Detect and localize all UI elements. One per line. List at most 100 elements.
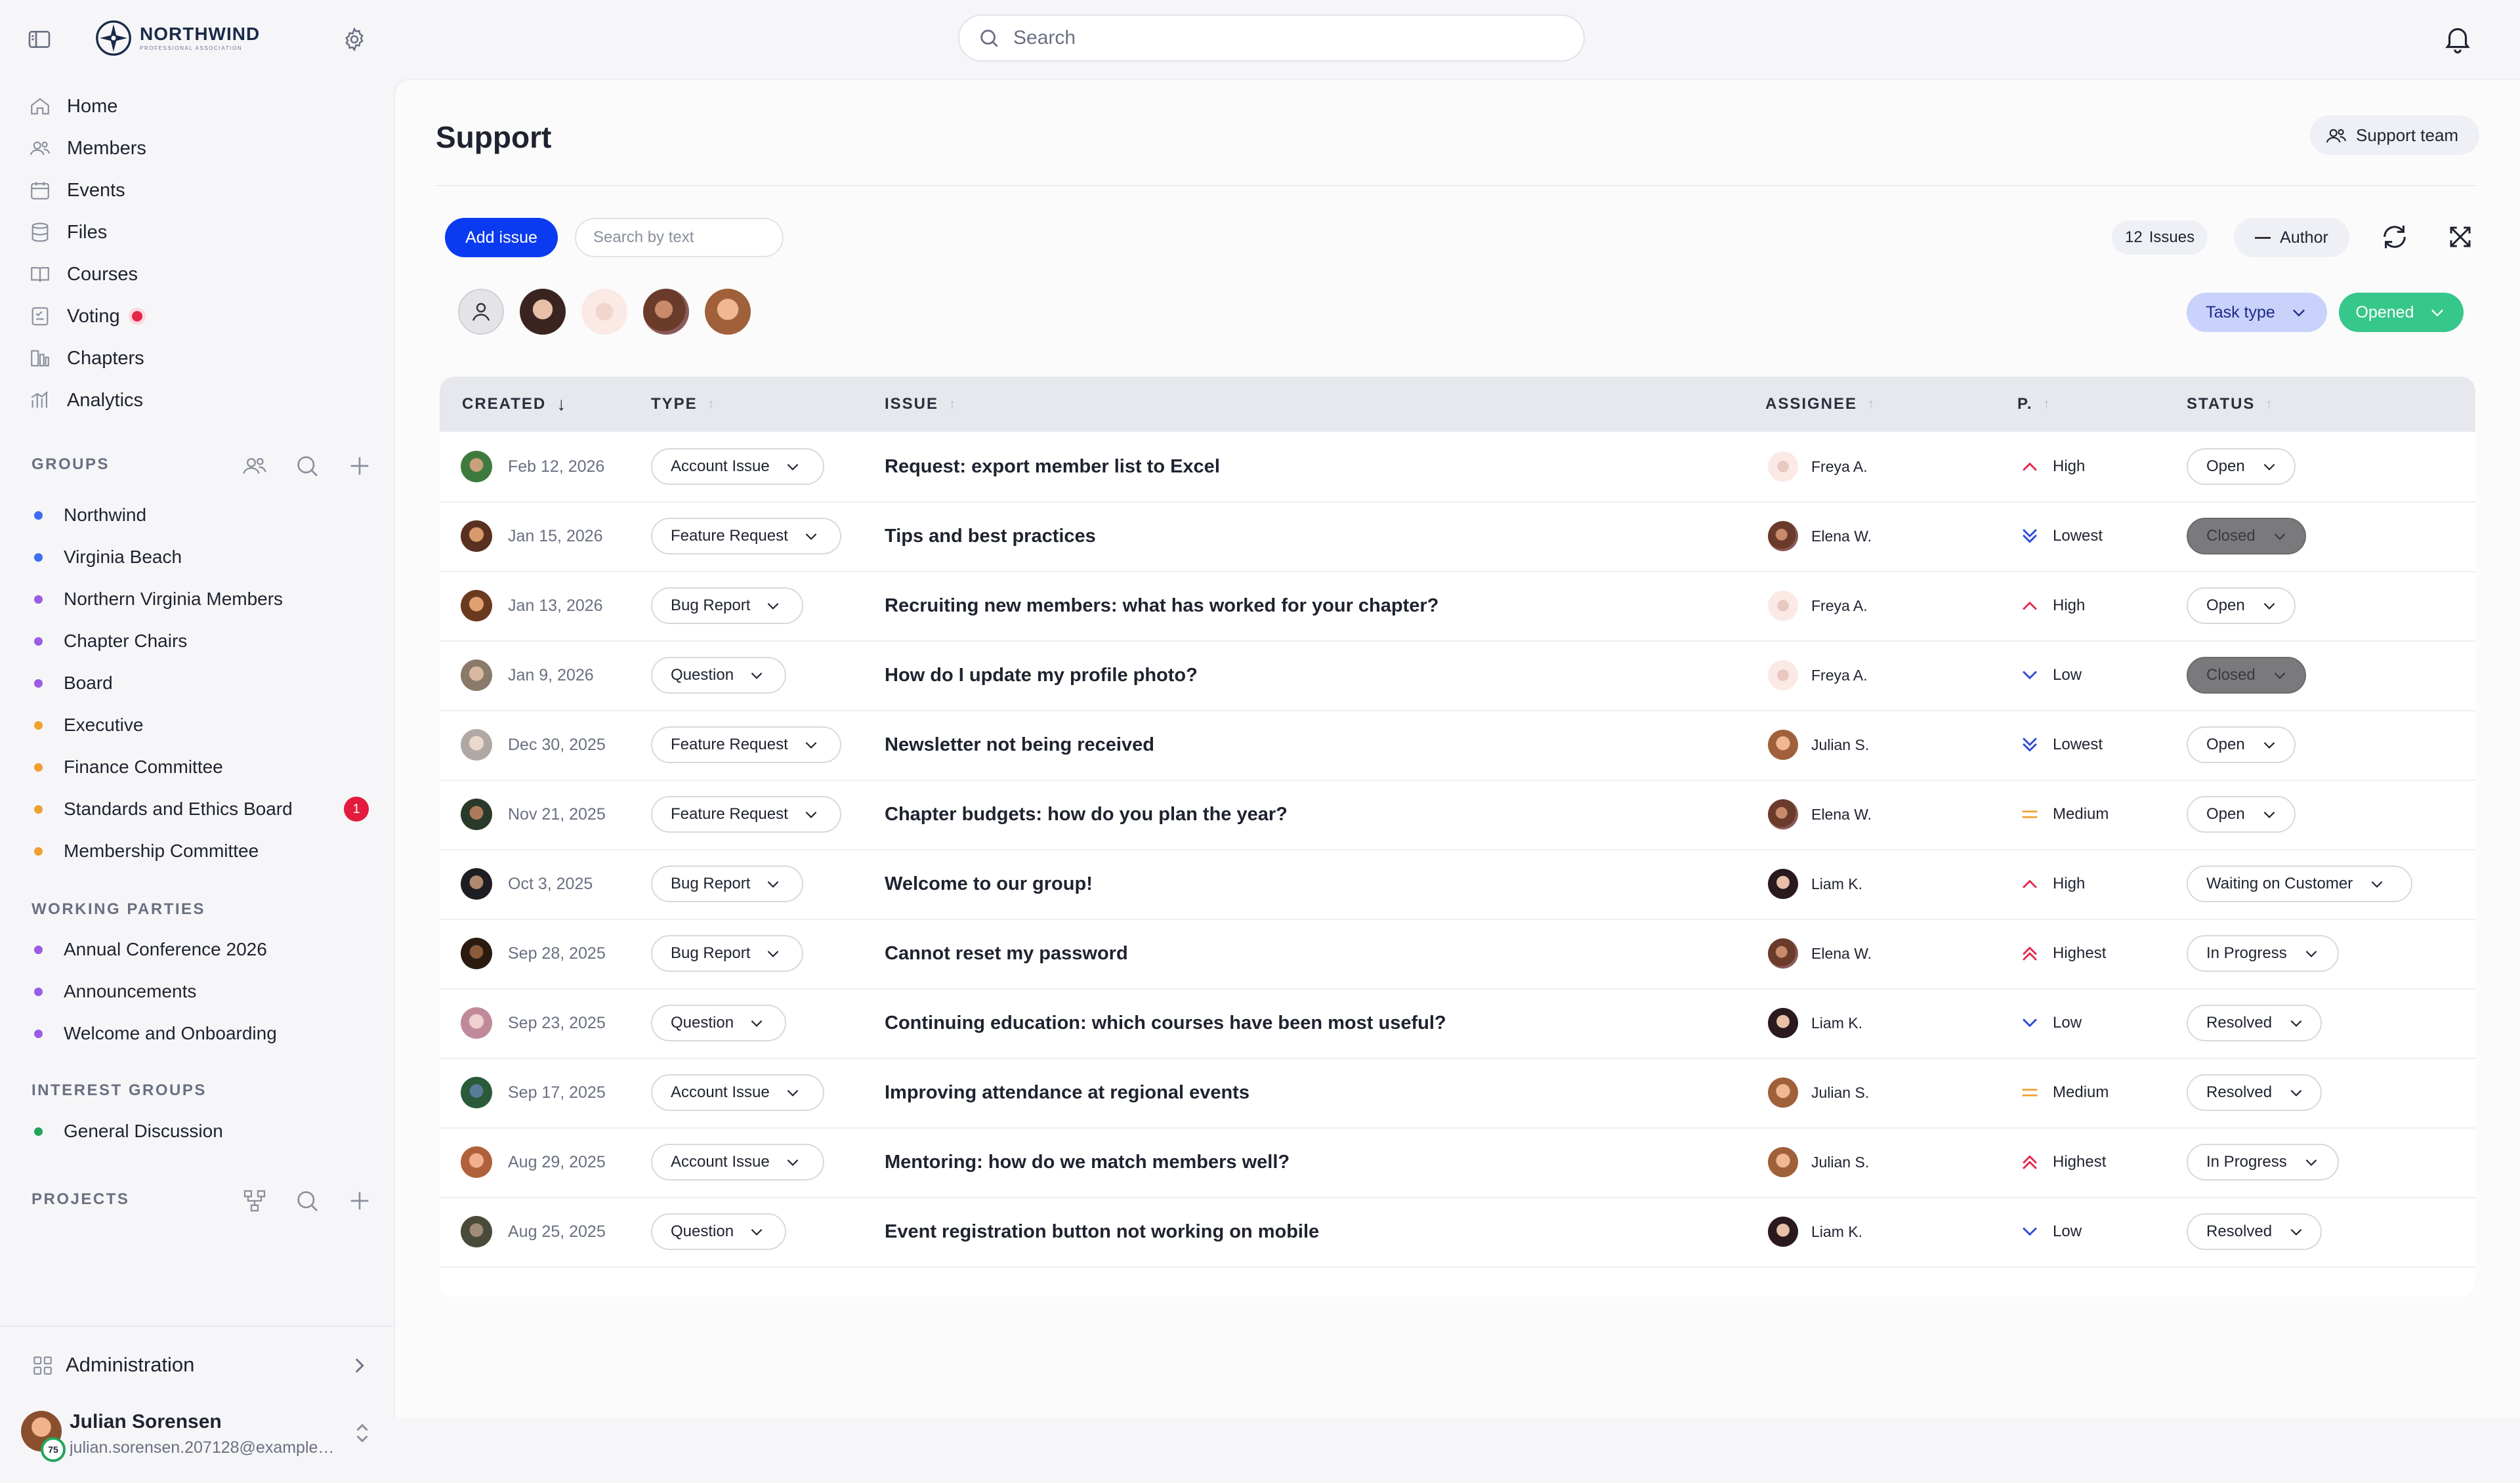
status-dropdown[interactable]: Open <box>2187 796 2296 833</box>
avatar[interactable] <box>643 289 689 335</box>
nav-files[interactable]: Files <box>29 214 107 251</box>
table-row[interactable]: Jan 15, 2026 Feature Request Tips and best… <box>440 501 2475 572</box>
table-row[interactable]: Aug 29, 2025 Account Issue Mentoring: how … <box>440 1127 2475 1198</box>
avatar[interactable] <box>461 1077 492 1108</box>
issue-title-link[interactable]: Request: export member list to Excel <box>885 456 1220 478</box>
status-dropdown[interactable]: Closed <box>2187 657 2306 694</box>
table-row[interactable]: Jan 9, 2026 Question How do I update my pr… <box>440 640 2475 711</box>
working-party-item[interactable]: Annual Conference 2026 <box>34 934 267 965</box>
type-dropdown[interactable]: Bug Report <box>651 587 803 624</box>
table-row[interactable]: Sep 17, 2025 Account Issue Improving atten… <box>440 1058 2475 1129</box>
table-row[interactable]: Oct 3, 2025 Bug Report Welcome to our grou… <box>440 849 2475 920</box>
nav-home[interactable]: Home <box>29 88 117 125</box>
type-dropdown[interactable]: Feature Request <box>651 518 841 554</box>
global-search-input[interactable] <box>1012 26 1540 50</box>
notification-bell-icon[interactable] <box>2441 22 2474 55</box>
global-search-bar[interactable] <box>958 14 1585 62</box>
priority-cell[interactable]: Highest <box>2019 919 2106 988</box>
priority-cell[interactable]: High <box>2019 571 2085 640</box>
assignee-cell[interactable]: Freya A. <box>1768 432 1868 501</box>
table-row[interactable]: Nov 21, 2025 Feature Request Chapter budge… <box>440 780 2475 850</box>
group-members-icon[interactable] <box>242 453 268 479</box>
status-dropdown[interactable]: Closed <box>2187 518 2306 554</box>
administration-link[interactable]: Administration <box>0 1326 392 1392</box>
issue-title-link[interactable]: Newsletter not being received <box>885 734 1154 756</box>
type-dropdown[interactable]: Question <box>651 1005 786 1041</box>
priority-cell[interactable]: High <box>2019 432 2085 501</box>
interest-group-item[interactable]: General Discussion <box>34 1116 223 1147</box>
table-row[interactable]: Sep 23, 2025 Question Continuing education… <box>440 988 2475 1059</box>
type-dropdown[interactable]: Account Issue <box>651 448 824 485</box>
avatar[interactable] <box>461 868 492 900</box>
working-party-item[interactable]: Welcome and Onboarding <box>34 1018 277 1049</box>
project-add-icon[interactable] <box>346 1188 373 1214</box>
assignee-cell[interactable]: Julian S. <box>1768 710 1869 780</box>
status-dropdown[interactable]: Resolved <box>2187 1213 2322 1250</box>
status-dropdown[interactable]: In Progress <box>2187 1144 2339 1180</box>
status-dropdown[interactable]: Open <box>2187 587 2296 624</box>
type-dropdown[interactable]: Question <box>651 1213 786 1250</box>
avatar[interactable] <box>461 659 492 691</box>
type-dropdown[interactable]: Feature Request <box>651 796 841 833</box>
type-dropdown[interactable]: Account Issue <box>651 1144 824 1180</box>
author-filter-button[interactable]: Author <box>2234 218 2349 257</box>
avatar[interactable] <box>461 729 492 761</box>
working-party-item[interactable]: Announcements <box>34 976 196 1007</box>
project-hierarchy-icon[interactable] <box>242 1188 268 1214</box>
group-item[interactable]: Finance Committee <box>34 751 223 783</box>
priority-cell[interactable]: High <box>2019 849 2085 919</box>
group-item[interactable]: Board <box>34 667 113 699</box>
assignee-cell[interactable]: Julian S. <box>1768 1058 1869 1127</box>
column-header-priority[interactable]: P. ↑ <box>2017 377 2051 432</box>
type-dropdown[interactable]: Bug Report <box>651 866 803 902</box>
assignee-cell[interactable]: Liam K. <box>1768 988 1862 1058</box>
status-dropdown[interactable]: In Progress <box>2187 935 2339 972</box>
assignee-cell[interactable]: Freya A. <box>1768 640 1868 710</box>
issue-search-input[interactable] <box>575 218 784 257</box>
add-issue-button[interactable]: Add issue <box>445 218 558 257</box>
status-dropdown[interactable]: Waiting on Customer <box>2187 866 2412 902</box>
issue-title-link[interactable]: Improving attendance at regional events <box>885 1082 1250 1104</box>
issue-title-link[interactable]: How do I update my profile photo? <box>885 665 1198 686</box>
column-header-issue[interactable]: ISSUE ↑ <box>885 377 957 432</box>
issue-title-link[interactable]: Event registration button not working on… <box>885 1221 1319 1243</box>
avatar[interactable] <box>461 1216 492 1247</box>
avatar[interactable] <box>461 520 492 552</box>
group-item[interactable]: Membership Committee <box>34 835 259 867</box>
avatar[interactable] <box>581 289 627 335</box>
priority-cell[interactable]: Lowest <box>2019 501 2103 571</box>
assignee-cell[interactable]: Freya A. <box>1768 571 1868 640</box>
status-dropdown[interactable]: Open <box>2187 726 2296 763</box>
avatar[interactable] <box>705 289 751 335</box>
table-row[interactable]: Sep 28, 2025 Bug Report Cannot reset my pa… <box>440 919 2475 990</box>
issue-title-link[interactable]: Welcome to our group! <box>885 873 1093 895</box>
group-add-icon[interactable] <box>346 453 373 479</box>
assignee-cell[interactable]: Elena W. <box>1768 501 1872 571</box>
group-item[interactable]: Northwind <box>34 499 146 531</box>
refresh-icon[interactable] <box>2380 222 2410 252</box>
group-item[interactable]: Northern Virginia Members <box>34 583 283 615</box>
nav-analytics[interactable]: Analytics <box>29 382 143 419</box>
priority-cell[interactable]: Highest <box>2019 1127 2106 1197</box>
issue-title-link[interactable]: Mentoring: how do we match members well? <box>885 1152 1290 1173</box>
group-item[interactable]: Virginia Beach <box>34 541 182 573</box>
assignee-cell[interactable]: Elena W. <box>1768 780 1872 849</box>
sidebar-toggle-icon[interactable] <box>26 26 52 52</box>
column-header-status[interactable]: STATUS ↑ <box>2187 377 2273 432</box>
assignee-cell[interactable]: Elena W. <box>1768 919 1872 988</box>
issue-title-link[interactable]: Cannot reset my password <box>885 943 1128 965</box>
status-dropdown[interactable]: Open <box>2187 448 2296 485</box>
priority-cell[interactable]: Low <box>2019 988 2082 1058</box>
priority-cell[interactable]: Low <box>2019 640 2082 710</box>
avatar[interactable] <box>461 1007 492 1039</box>
settings-gear-icon[interactable] <box>341 26 368 52</box>
avatar[interactable] <box>461 590 492 621</box>
priority-cell[interactable]: Low <box>2019 1197 2082 1266</box>
assignee-cell[interactable]: Liam K. <box>1768 1197 1862 1266</box>
type-dropdown[interactable]: Feature Request <box>651 726 841 763</box>
column-header-created[interactable]: CREATED ↓ <box>462 377 567 432</box>
table-row[interactable]: Aug 25, 2025 Question Event registration b… <box>440 1197 2475 1268</box>
priority-cell[interactable]: Medium <box>2019 1058 2109 1127</box>
assignee-cell[interactable]: Liam K. <box>1768 849 1862 919</box>
nav-chapters[interactable]: Chapters <box>29 340 144 377</box>
